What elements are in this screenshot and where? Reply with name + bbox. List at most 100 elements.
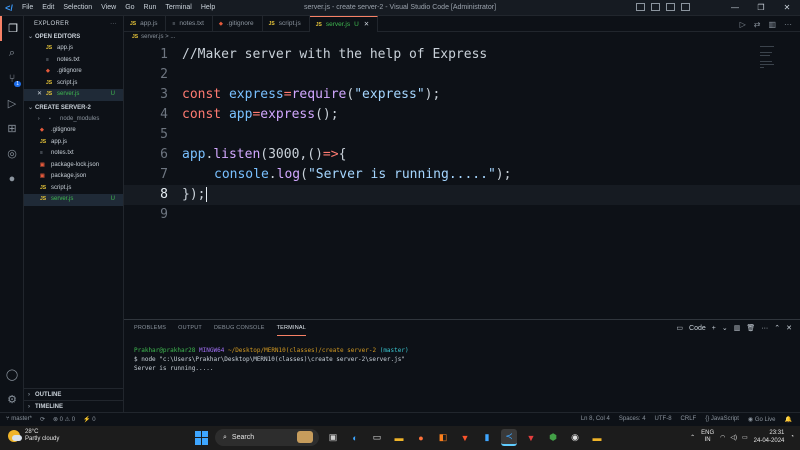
- timeline-section[interactable]: › TIMELINE: [24, 400, 124, 412]
- language-mode[interactable]: {} JavaScript: [705, 416, 739, 423]
- problems-indicator[interactable]: ⊗ 0 ⚠ 0: [53, 416, 75, 423]
- close-editor-icon[interactable]: ✕: [37, 89, 42, 101]
- close-window-icon[interactable]: ✕: [774, 0, 800, 16]
- menu-edit[interactable]: Edit: [42, 4, 54, 11]
- tab-gitignore[interactable]: ◆ .gitignore: [213, 16, 263, 32]
- toggle-secondary-sidebar-icon[interactable]: [666, 3, 675, 11]
- close-panel-icon[interactable]: ✕: [786, 324, 792, 332]
- cursor-position[interactable]: Ln 8, Col 4: [581, 416, 610, 423]
- menu-selection[interactable]: Selection: [63, 4, 92, 11]
- breadcrumb-file[interactable]: server.js: [141, 34, 163, 40]
- encoding[interactable]: UTF-8: [655, 416, 672, 423]
- more-actions-icon[interactable]: ···: [761, 325, 768, 332]
- task-view-icon[interactable]: ▣: [325, 429, 341, 446]
- close-tab-icon[interactable]: ✕: [364, 21, 369, 28]
- account-icon[interactable]: ◯: [0, 362, 24, 387]
- notification-center-icon[interactable]: ◔: [790, 434, 794, 440]
- tab-server-js[interactable]: JS server.js U ✕: [309, 16, 379, 32]
- split-terminal-icon[interactable]: ▥: [734, 324, 741, 332]
- taskbar-search[interactable]: ⌕ Search: [215, 429, 319, 446]
- compare-changes-icon[interactable]: ⇄: [754, 20, 761, 29]
- branch-indicator[interactable]: ⑂ master*: [6, 416, 32, 423]
- maximize-icon[interactable]: ❐: [748, 0, 774, 16]
- vscode-taskbar-icon[interactable]: ≺: [501, 429, 517, 446]
- github-icon[interactable]: ●: [0, 166, 24, 191]
- menu-terminal[interactable]: Terminal: [165, 4, 191, 11]
- source-control-icon[interactable]: ⑂ 1: [0, 66, 24, 91]
- run-debug-icon[interactable]: ▷: [0, 91, 24, 116]
- line-ending[interactable]: CRLF: [681, 416, 697, 423]
- tab-script-js[interactable]: JS script.js: [263, 16, 310, 32]
- run-code-icon[interactable]: ▷: [740, 20, 746, 29]
- battery-icon[interactable]: ▭: [742, 434, 748, 441]
- remote-explorer-icon[interactable]: ◎: [0, 141, 24, 166]
- more-actions-icon[interactable]: ···: [110, 16, 117, 32]
- sync-icon[interactable]: ⟳: [40, 416, 45, 423]
- intellij-icon[interactable]: ◧: [435, 429, 451, 446]
- open-editor-item[interactable]: JS script.js: [24, 78, 123, 90]
- clock[interactable]: 23:31 24-04-2024: [754, 429, 785, 445]
- edge-icon[interactable]: ◐: [347, 429, 363, 446]
- file-item[interactable]: ▣ package.json: [24, 171, 123, 183]
- input-language[interactable]: ENG IN: [701, 430, 714, 444]
- search-icon[interactable]: ⌕: [0, 41, 24, 66]
- breadcrumb-symbol[interactable]: ...: [170, 34, 175, 40]
- file-explorer-icon[interactable]: ▬: [391, 429, 407, 446]
- minimap[interactable]: [760, 46, 778, 70]
- file-item-active[interactable]: JS server.js U: [24, 194, 123, 206]
- customize-layout-icon[interactable]: [681, 3, 690, 11]
- terminal-output[interactable]: Prakhar@prakhar28 MINGW64 ~/Desktop/MERN…: [134, 346, 409, 373]
- minimize-icon[interactable]: —: [722, 0, 748, 16]
- chrome-icon[interactable]: ◉: [567, 429, 583, 446]
- settings-gear-icon[interactable]: ⚙: [0, 387, 24, 412]
- file-item[interactable]: ◆ .gitignore: [24, 125, 123, 137]
- volume-icon[interactable]: ◁): [730, 434, 737, 441]
- terminal-app-icon[interactable]: ▭: [369, 429, 385, 446]
- tab-problems[interactable]: PROBLEMS: [134, 320, 166, 336]
- open-editors-section[interactable]: ⌄ OPEN EDITORS: [24, 32, 123, 43]
- tab-notes-txt[interactable]: ≡ notes.txt: [166, 16, 213, 32]
- project-section[interactable]: ⌄ CREATE SERVER-2: [24, 103, 123, 114]
- wifi-icon[interactable]: ◠: [720, 434, 725, 441]
- word-pad-icon[interactable]: ▮: [479, 429, 495, 446]
- file-item[interactable]: JS app.js: [24, 137, 123, 149]
- file-item[interactable]: ▣ package-lock.json: [24, 160, 123, 172]
- windows-start-icon[interactable]: [195, 430, 209, 445]
- weather-widget[interactable]: 28°C Partly cloudy: [8, 429, 59, 443]
- menu-go[interactable]: Go: [125, 4, 134, 11]
- notifications-icon[interactable]: 🔔: [785, 416, 792, 423]
- split-editor-icon[interactable]: ▥: [768, 20, 776, 29]
- toggle-sidebar-icon[interactable]: [636, 3, 645, 11]
- firefox-icon[interactable]: ●: [413, 429, 429, 446]
- ports-indicator[interactable]: ⚡ 0: [83, 416, 95, 423]
- shell-label[interactable]: Code: [689, 325, 706, 332]
- extensions-icon[interactable]: ⊞: [0, 116, 24, 141]
- tab-debug-console[interactable]: DEBUG CONSOLE: [214, 320, 265, 336]
- more-actions-icon[interactable]: ···: [784, 20, 792, 29]
- folder-app-icon[interactable]: ▬: [589, 429, 605, 446]
- new-terminal-icon[interactable]: +: [712, 325, 716, 332]
- menu-run[interactable]: Run: [144, 4, 157, 11]
- open-editor-item-active[interactable]: ✕ JS server.js U: [24, 89, 123, 101]
- folder-item[interactable]: › ▪ node_modules: [24, 114, 123, 126]
- menu-help[interactable]: Help: [201, 4, 215, 11]
- nodejs-icon[interactable]: ⬢: [545, 429, 561, 446]
- show-hidden-icons[interactable]: ⌃: [690, 434, 695, 441]
- tab-terminal[interactable]: TERMINAL: [276, 320, 306, 336]
- trash-icon[interactable]: 🗑: [746, 324, 755, 332]
- brave-browser-icon[interactable]: ▼: [523, 429, 539, 446]
- explorer-icon[interactable]: ❐: [0, 16, 24, 41]
- maximize-panel-icon[interactable]: ⌃: [774, 324, 780, 332]
- file-item[interactable]: JS script.js: [24, 183, 123, 195]
- chevron-down-icon[interactable]: ⌄: [722, 324, 728, 332]
- tab-output[interactable]: OUTPUT: [178, 320, 202, 336]
- menu-view[interactable]: View: [101, 4, 116, 11]
- tab-app-js[interactable]: JS app.js: [124, 16, 167, 32]
- code-editor[interactable]: 1 //Maker server with the help of Expres…: [124, 44, 800, 319]
- open-editor-item[interactable]: JS app.js: [24, 43, 123, 55]
- file-item[interactable]: ≡ notes.txt: [24, 148, 123, 160]
- open-editor-item[interactable]: ◆ .gitignore: [24, 66, 123, 78]
- menu-file[interactable]: File: [22, 4, 33, 11]
- indentation[interactable]: Spaces: 4: [619, 416, 646, 423]
- open-editor-item[interactable]: ≡ notes.txt: [24, 55, 123, 67]
